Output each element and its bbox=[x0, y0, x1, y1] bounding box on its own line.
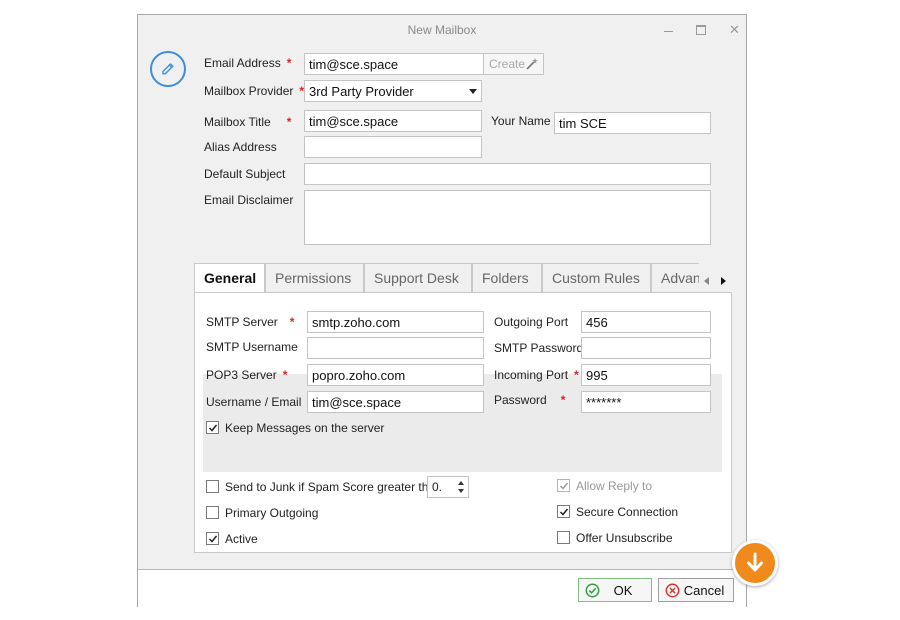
close-icon[interactable]: ✕ bbox=[722, 21, 744, 39]
incoming-port-input[interactable]: 995 bbox=[581, 364, 711, 386]
spam-score-stepper[interactable]: 0. bbox=[427, 476, 469, 498]
outgoing-port-label: Outgoing Port bbox=[494, 315, 569, 329]
new-mailbox-dialog: New Mailbox ✕ Email Address * tim@sce.spa… bbox=[137, 14, 778, 607]
create-button[interactable]: Create bbox=[484, 53, 544, 75]
mailbox-title-input[interactable]: tim@sce.space bbox=[304, 110, 482, 132]
tab-permissions[interactable]: Permissions bbox=[265, 263, 364, 292]
mailbox-provider-label: Mailbox Provider * bbox=[204, 84, 305, 98]
tab-folders[interactable]: Folders bbox=[472, 263, 542, 292]
mailbox-provider-select[interactable]: 3rd Party Provider bbox=[304, 80, 482, 102]
primary-outgoing-checkbox[interactable] bbox=[206, 506, 219, 519]
mailbox-title-label: Mailbox Title * bbox=[204, 115, 292, 129]
active-label: Active bbox=[225, 532, 258, 546]
check-circle-icon bbox=[585, 583, 600, 601]
offer-unsubscribe-checkbox[interactable] bbox=[557, 531, 570, 544]
default-subject-input[interactable] bbox=[304, 163, 711, 185]
password-label: Password * bbox=[494, 393, 566, 407]
tab-scroll-left-icon[interactable] bbox=[704, 277, 709, 285]
maximize-icon[interactable] bbox=[690, 21, 712, 39]
tab-custom-rules[interactable]: Custom Rules bbox=[542, 263, 651, 292]
username-email-input[interactable]: tim@sce.space bbox=[307, 391, 484, 413]
title-bar: New Mailbox ✕ bbox=[138, 15, 746, 45]
your-name-input[interactable]: tim SCE bbox=[554, 112, 711, 134]
email-disclaimer-textarea[interactable] bbox=[304, 190, 711, 245]
window-title: New Mailbox bbox=[407, 23, 477, 37]
smtp-username-input[interactable] bbox=[307, 337, 484, 359]
smtp-server-label: SMTP Server * bbox=[206, 315, 295, 329]
username-email-label: Username / Email* bbox=[206, 395, 312, 409]
cancel-button[interactable]: Cancel bbox=[658, 578, 734, 602]
alias-address-input[interactable] bbox=[304, 136, 482, 158]
tab-general[interactable]: General bbox=[194, 263, 265, 293]
send-to-junk-checkbox[interactable] bbox=[206, 480, 219, 493]
active-checkbox[interactable] bbox=[206, 532, 219, 545]
offer-unsubscribe-label: Offer Unsubscribe bbox=[576, 531, 673, 545]
smtp-username-label: SMTP Username bbox=[206, 340, 298, 354]
smtp-password-label: SMTP Password bbox=[494, 341, 584, 355]
your-name-label: Your Name bbox=[491, 114, 551, 128]
primary-outgoing-label: Primary Outgoing bbox=[225, 506, 319, 520]
pop3-server-label: POP3 Server * bbox=[206, 368, 288, 382]
pop3-server-input[interactable]: popro.zoho.com bbox=[307, 364, 484, 386]
magic-wand-icon bbox=[525, 57, 539, 74]
email-address-input[interactable]: tim@sce.space bbox=[304, 53, 484, 75]
allow-reply-to-checkbox[interactable] bbox=[557, 479, 570, 492]
tab-strip: General Permissions Support Desk Folders… bbox=[194, 263, 734, 293]
alias-address-label: Alias Address bbox=[204, 140, 277, 154]
minimize-icon[interactable] bbox=[658, 21, 680, 39]
allow-reply-to-label: Allow Reply to bbox=[576, 479, 653, 493]
email-disclaimer-label: Email Disclaimer bbox=[204, 193, 294, 207]
send-to-junk-label: Send to Junk if Spam Score greater than bbox=[225, 480, 442, 494]
chevron-down-icon bbox=[469, 89, 477, 94]
secure-connection-checkbox[interactable] bbox=[557, 505, 570, 518]
email-address-label: Email Address * bbox=[204, 56, 292, 70]
outgoing-port-input[interactable]: 456 bbox=[581, 311, 711, 333]
keep-messages-label: Keep Messages on the server bbox=[225, 421, 385, 435]
smtp-server-input[interactable]: smtp.zoho.com bbox=[307, 311, 484, 333]
stepper-down-icon[interactable] bbox=[458, 489, 464, 493]
dialog-footer bbox=[138, 570, 746, 607]
smtp-password-input[interactable] bbox=[581, 337, 711, 359]
stepper-up-icon[interactable] bbox=[458, 481, 464, 485]
incoming-port-label: Incoming Port * bbox=[494, 368, 579, 382]
tab-support-desk[interactable]: Support Desk bbox=[364, 263, 472, 292]
cancel-circle-icon bbox=[665, 583, 680, 601]
ok-button[interactable]: OK bbox=[578, 578, 652, 602]
down-arrow-highlight-icon bbox=[732, 540, 778, 586]
tab-scroll-right-icon[interactable] bbox=[721, 277, 726, 285]
secure-connection-label: Secure Connection bbox=[576, 505, 679, 519]
tab-advanced[interactable]: Advanced bbox=[651, 263, 699, 292]
password-input[interactable]: ******* bbox=[581, 391, 711, 413]
keep-messages-checkbox[interactable] bbox=[206, 421, 219, 434]
pencil-icon bbox=[150, 51, 186, 87]
default-subject-label: Default Subject bbox=[204, 167, 286, 181]
